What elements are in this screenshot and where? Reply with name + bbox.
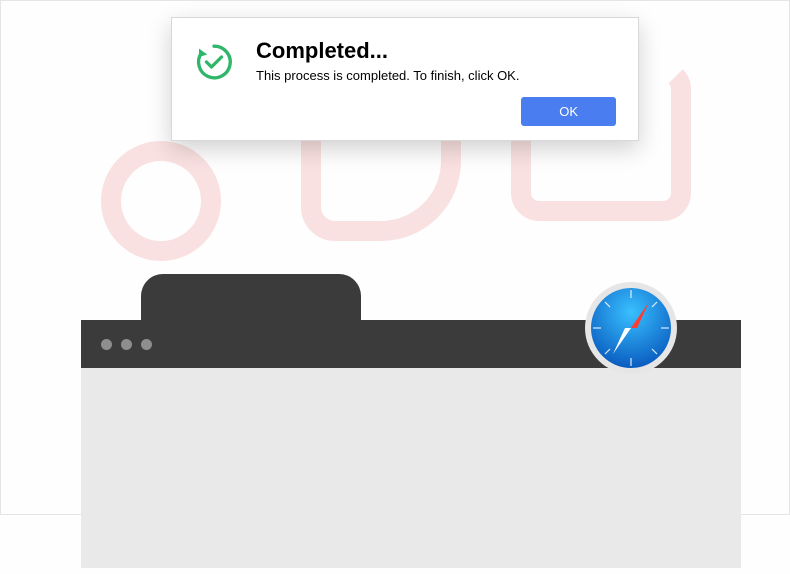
completed-dialog: Completed... This process is completed. … — [171, 17, 639, 141]
dialog-content-row: Completed... This process is completed. … — [194, 38, 616, 83]
browser-window-mockup — [81, 274, 741, 574]
dialog-message: This process is completed. To finish, cl… — [256, 68, 616, 83]
ok-button[interactable]: OK — [521, 97, 616, 126]
traffic-light-dot — [141, 339, 152, 350]
browser-viewport — [81, 368, 741, 568]
safari-icon — [581, 278, 681, 378]
dialog-actions: OK — [194, 97, 616, 126]
dialog-title: Completed... — [256, 38, 616, 64]
browser-tab — [141, 274, 361, 320]
dialog-text-block: Completed... This process is completed. … — [256, 38, 616, 83]
traffic-light-dot — [121, 339, 132, 350]
traffic-light-dot — [101, 339, 112, 350]
check-circle-refresh-icon — [194, 42, 234, 82]
watermark-shape — [101, 141, 221, 261]
